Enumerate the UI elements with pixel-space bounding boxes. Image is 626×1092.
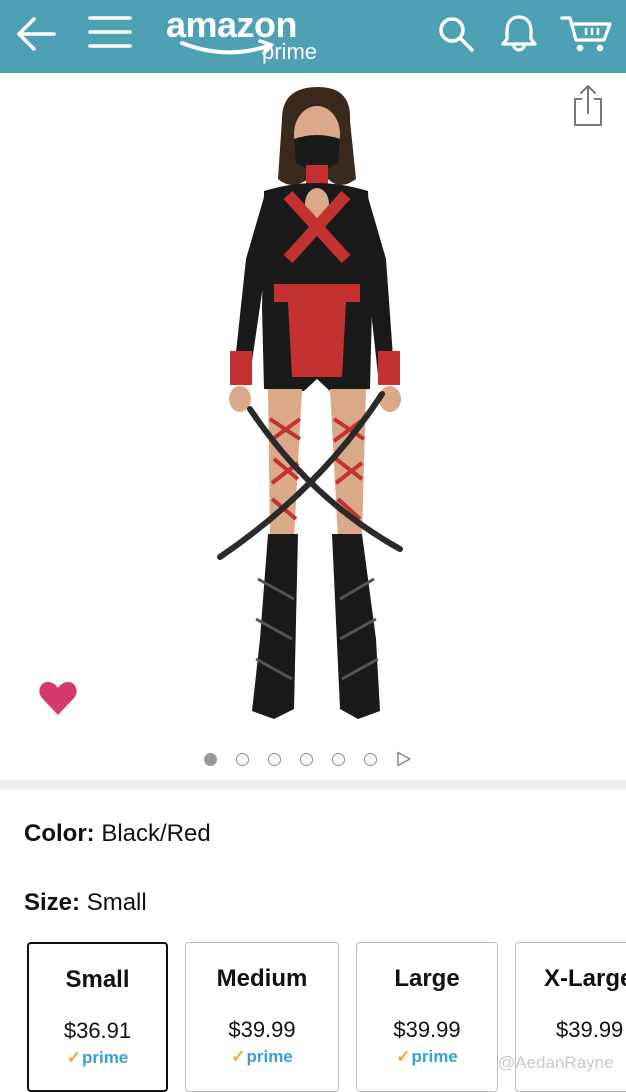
pagination-dot[interactable] [204,752,217,766]
size-option-name: Small [65,966,130,993]
size-option-name: Medium [216,965,308,992]
check-icon: ✓ [231,1047,246,1066]
prime-badge: ✓prime [357,1047,497,1067]
size-option-price: $39.99 [556,1017,624,1042]
watermark: @AedanRayne [498,1053,614,1072]
hamburger-menu-icon[interactable] [88,12,132,52]
logo-sub: prime [262,39,318,64]
pagination-dot[interactable] [300,752,313,766]
pagination-dot[interactable] [364,752,377,766]
prime-badge-label: prime [81,1048,129,1067]
search-icon[interactable] [436,14,476,54]
back-arrow-icon[interactable] [14,14,58,54]
color-selection: Color: Black/Red [24,820,211,848]
image-pagination[interactable] [204,749,412,769]
size-selection: Size: Small [24,889,147,917]
size-option-small[interactable]: Small $36.91 ✓prime [27,942,168,1092]
prime-badge: ✓prime [186,1047,338,1067]
prime-badge-label: prime [411,1047,458,1066]
prime-badge-label: prime [246,1047,293,1066]
size-option-name: Large [394,965,460,992]
size-option-price: $36.91 [63,1018,132,1043]
size-option-price: $39.99 [228,1017,296,1042]
cart-icon[interactable] [560,12,614,54]
amazon-prime-logo[interactable]: amazon prime [166,4,336,68]
video-play-icon[interactable] [396,751,412,767]
size-option-large[interactable]: Large $39.99 ✓prime [356,942,498,1092]
size-option-medium[interactable]: Medium $39.99 ✓prime [185,942,339,1092]
top-bar: amazon prime [0,0,626,73]
share-icon[interactable] [570,83,606,127]
pagination-dot[interactable] [236,752,249,766]
section-divider [0,780,626,790]
product-image[interactable] [190,79,440,729]
product-image-gallery[interactable] [0,73,626,780]
bell-icon[interactable] [498,12,540,54]
heart-icon[interactable] [38,679,78,717]
size-option-price: $39.99 [393,1017,461,1042]
color-label: Color: [24,820,95,847]
color-value: Black/Red [101,820,211,847]
size-option-name: X-Large [544,965,626,992]
size-value: Small [86,889,147,916]
size-label: Size: [24,889,81,916]
pagination-dot[interactable] [268,752,281,766]
check-icon: ✓ [396,1047,411,1066]
prime-badge: ✓prime [29,1048,166,1068]
pagination-dot[interactable] [332,752,345,766]
check-icon: ✓ [66,1048,81,1067]
